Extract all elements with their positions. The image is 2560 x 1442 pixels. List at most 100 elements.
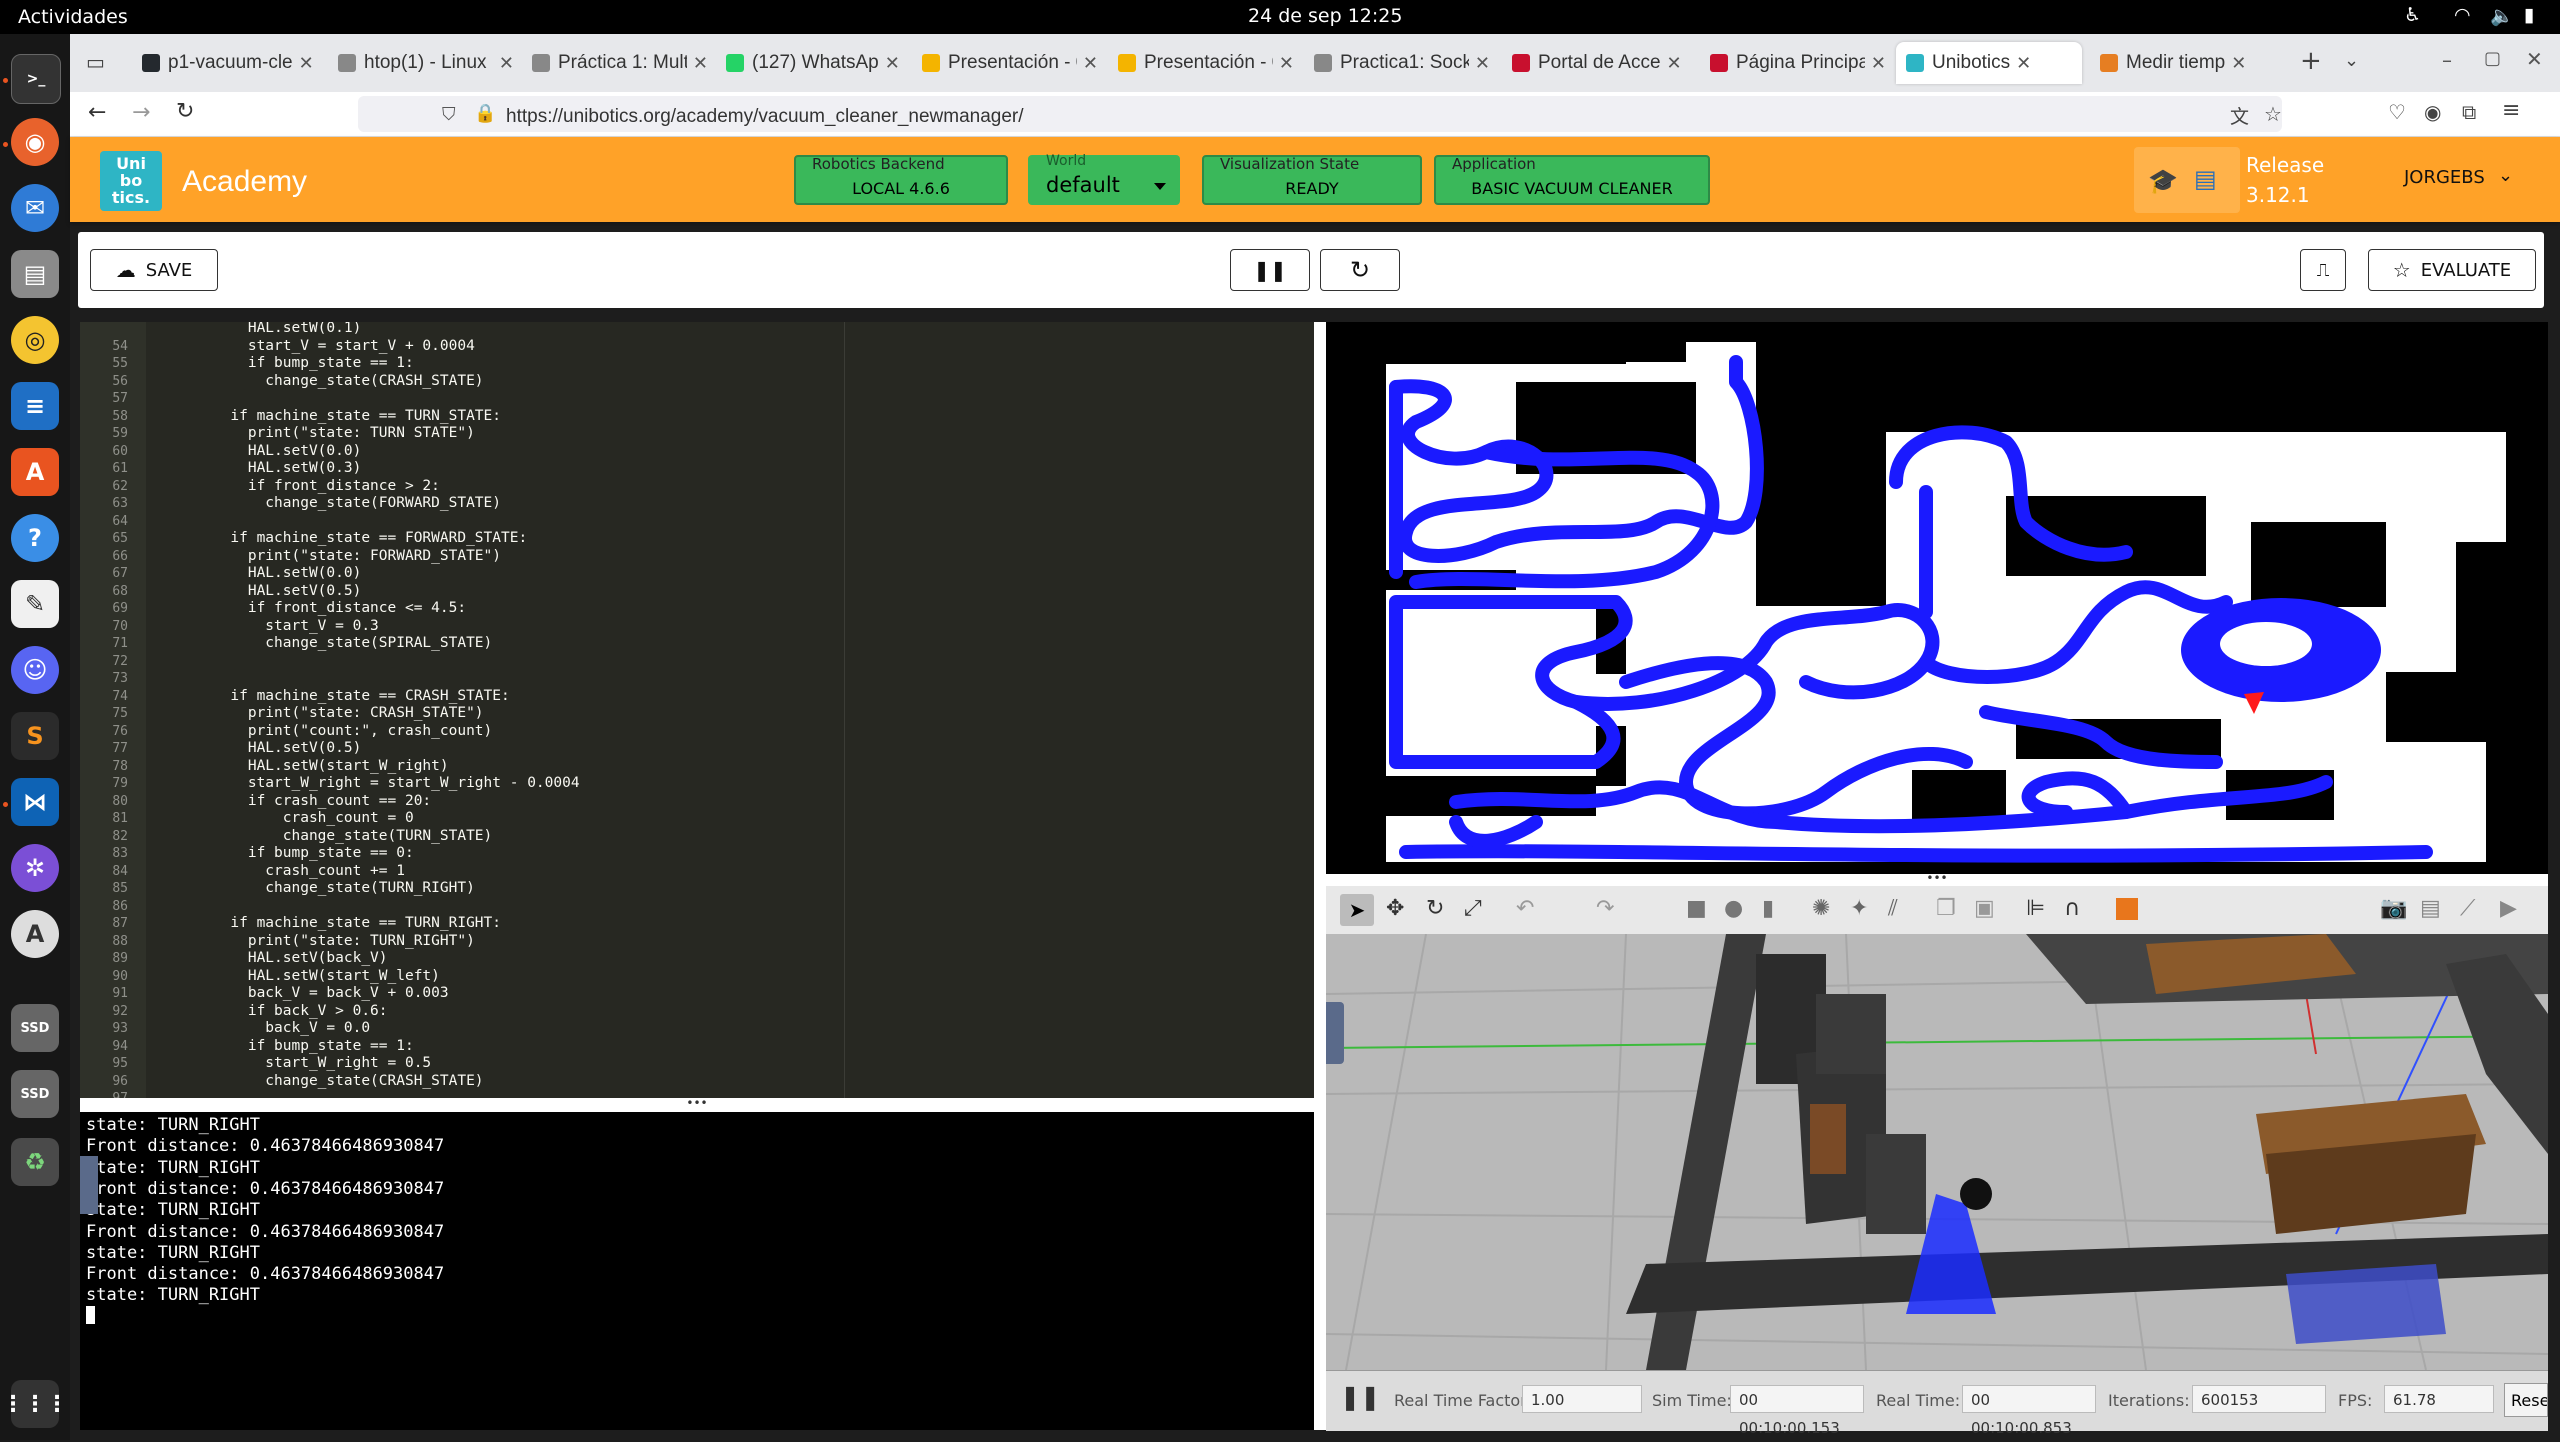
code-line[interactable]: HAL.setV(back_V) <box>178 950 388 966</box>
code-editor[interactable]: 54 55 56 57 58 59 60 61 62 63 64 65 66 67 68 69 70 71 72 73… <box>80 322 1314 1098</box>
align-icon[interactable]: ⊫ <box>2026 896 2045 921</box>
code-line[interactable]: HAL.setW(0.1) <box>178 322 362 336</box>
code-line[interactable]: crash_count += 1 <box>178 863 405 879</box>
discord-icon[interactable]: ☺ <box>11 646 59 694</box>
code-line[interactable]: if front_distance <= 4.5: <box>178 600 466 616</box>
code-line[interactable]: crash_count = 0 <box>178 810 414 826</box>
thunderbird-icon[interactable]: ✉ <box>11 184 59 232</box>
forward-icon[interactable]: → <box>132 100 150 125</box>
bookmark-star-icon[interactable]: ☆ <box>2264 102 2282 126</box>
user-menu[interactable]: JORGEBS <box>2404 167 2485 188</box>
firefox-icon[interactable]: ◉ <box>11 118 59 166</box>
code-line[interactable]: print("state: TURN STATE") <box>178 425 475 441</box>
spot-light-icon[interactable]: ✦ <box>1850 896 1868 921</box>
maximize-icon[interactable]: ▢ <box>2484 48 2501 69</box>
writer-icon[interactable]: ≡ <box>11 382 59 430</box>
sphere-shape-icon[interactable]: ● <box>1724 896 1743 921</box>
screenshot-icon[interactable]: 📷 <box>2380 896 2407 921</box>
code-line[interactable]: start_W_right = start_W_right - 0.0004 <box>178 775 580 791</box>
rhythmbox-icon[interactable]: ◎ <box>11 316 59 364</box>
console-output[interactable]: state: TURN_RIGHT Front distance: 0.46378… <box>80 1112 1314 1430</box>
paste-icon[interactable]: ▣ <box>1974 896 1995 921</box>
point-light-icon[interactable]: ✺ <box>1812 896 1830 921</box>
code-line[interactable]: if bump_state == 1: <box>178 355 414 371</box>
sublime-icon[interactable]: S <box>11 712 59 760</box>
code-line[interactable]: if bump_state == 0: <box>178 845 414 861</box>
translate-icon[interactable]: 文 <box>2230 102 2249 129</box>
tab-list-icon[interactable]: ▭ <box>86 50 105 74</box>
browser-tab[interactable]: Práctica 1: Multith ✕ <box>522 42 708 84</box>
save-button[interactable]: ☁ SAVE <box>90 249 218 291</box>
tab-list-chevron-icon[interactable]: ⌄ <box>2344 50 2359 71</box>
url-bar[interactable]: ⛉ 🔒 https://unibotics.org/academy/vacuum… <box>358 96 2282 132</box>
world-select[interactable]: World default <box>1028 153 1180 205</box>
code-line[interactable]: back_V = back_V + 0.003 <box>178 985 449 1001</box>
vertical-splitter[interactable] <box>1314 322 1326 1430</box>
close-tab-icon[interactable]: ✕ <box>885 53 900 74</box>
close-tab-icon[interactable]: ✕ <box>1667 53 1682 74</box>
code-line[interactable]: print("state: TURN_RIGHT") <box>178 933 475 949</box>
browser-tab[interactable]: (127) WhatsAp ✕ <box>716 42 902 84</box>
pause-button[interactable]: ❚❚ <box>1230 249 1310 291</box>
url-text[interactable]: https://unibotics.org/academy/vacuum_cle… <box>506 106 1024 128</box>
menu-icon[interactable]: ≡ <box>2502 98 2520 123</box>
graduation-cap-icon[interactable]: 🎓 <box>2148 167 2178 195</box>
browser-tab[interactable]: htop(1) - Linux ma ✕ <box>328 42 514 84</box>
code-line[interactable]: start_V = start_V + 0.0004 <box>178 338 475 354</box>
shield-icon[interactable]: ⛉ <box>442 104 456 125</box>
browser-tab[interactable]: Medir tiemp ✕ <box>2090 42 2276 84</box>
browser-tab[interactable]: Presentación - 03- ✕ <box>1108 42 1294 84</box>
reset-time-button[interactable]: Rese <box>2504 1383 2548 1417</box>
activities-button[interactable]: Actividades <box>18 6 128 28</box>
code-line[interactable]: HAL.setW(0.0) <box>178 565 362 581</box>
wifi-icon[interactable]: ◠ <box>2454 4 2471 26</box>
code-line[interactable]: if crash_count == 20: <box>178 793 431 809</box>
log-icon[interactable]: ▤ <box>2420 896 2441 921</box>
new-tab-button[interactable]: + <box>2300 46 2322 76</box>
cylinder-shape-icon[interactable]: ▮ <box>1762 896 1774 921</box>
terminal-icon[interactable]: >_ <box>11 54 61 104</box>
side-handle[interactable] <box>80 1156 98 1214</box>
splitter-handle-2[interactable]: ••• <box>1326 872 2548 886</box>
translate-tool-icon[interactable]: ✥ <box>1386 896 1404 921</box>
code-line[interactable]: change_state(SPIRAL_STATE) <box>178 635 492 651</box>
browser-tab[interactable]: Portal de Acce ✕ <box>1502 42 1688 84</box>
back-icon[interactable]: ← <box>88 100 106 125</box>
code-line[interactable]: HAL.setW(start_W_left) <box>178 968 440 984</box>
code-line[interactable]: back_V = 0.0 <box>178 1020 370 1036</box>
clock[interactable]: 24 de sep 12:25 <box>1248 5 1402 27</box>
code-line[interactable]: start_V = 0.3 <box>178 618 379 634</box>
updater-icon[interactable]: A <box>11 910 59 958</box>
pocket-icon[interactable]: ♡ <box>2388 100 2406 124</box>
trash-icon[interactable]: ♻ <box>11 1138 59 1186</box>
account-icon[interactable]: ◉ <box>2424 100 2441 124</box>
close-tab-icon[interactable]: ✕ <box>1871 53 1886 74</box>
visualization-state[interactable]: Visualization State READY <box>1202 155 1422 205</box>
code-line[interactable]: if machine_state == CRASH_STATE: <box>178 688 509 704</box>
vscode-icon[interactable]: ⋈ <box>11 778 59 826</box>
minimize-icon[interactable]: – <box>2442 48 2452 72</box>
code-line[interactable]: change_state(TURN_STATE) <box>178 828 493 844</box>
browser-tab[interactable]: Practica1: Sockets ✕ <box>1304 42 1490 84</box>
code-line[interactable]: if bump_state == 1: <box>178 1038 414 1054</box>
copy-icon[interactable]: ❐ <box>1936 896 1956 921</box>
close-tab-icon[interactable]: ✕ <box>299 53 314 74</box>
code-line[interactable]: HAL.setW(start_W_right) <box>178 758 449 774</box>
code-line[interactable]: change_state(CRASH_STATE) <box>178 373 483 389</box>
code-line[interactable]: print("count:", crash_count) <box>178 723 492 739</box>
close-tab-icon[interactable]: ✕ <box>2016 53 2031 74</box>
extensions-icon[interactable]: ⧉ <box>2462 100 2476 124</box>
lock-icon[interactable]: 🔒 <box>474 103 496 124</box>
record-video-icon[interactable]: ▶ <box>2500 896 2517 921</box>
ssd-drive-icon-2[interactable]: SSD <box>11 1070 59 1118</box>
code-line[interactable]: if machine_state == FORWARD_STATE: <box>178 530 527 546</box>
scale-tool-icon[interactable]: ⤢ <box>1464 896 1482 921</box>
files-icon[interactable]: ▤ <box>11 250 59 298</box>
unibotics-logo[interactable]: Uni bo tics. <box>100 151 162 211</box>
close-tab-icon[interactable]: ✕ <box>2231 53 2246 74</box>
reset-button[interactable]: ↻ <box>1320 249 1400 291</box>
select-tool-icon[interactable]: ➤ <box>1340 894 1374 926</box>
rotate-tool-icon[interactable]: ↻ <box>1426 896 1444 921</box>
code-line[interactable]: if machine_state == TURN_STATE: <box>178 408 501 424</box>
help-icon[interactable]: ? <box>11 514 59 562</box>
